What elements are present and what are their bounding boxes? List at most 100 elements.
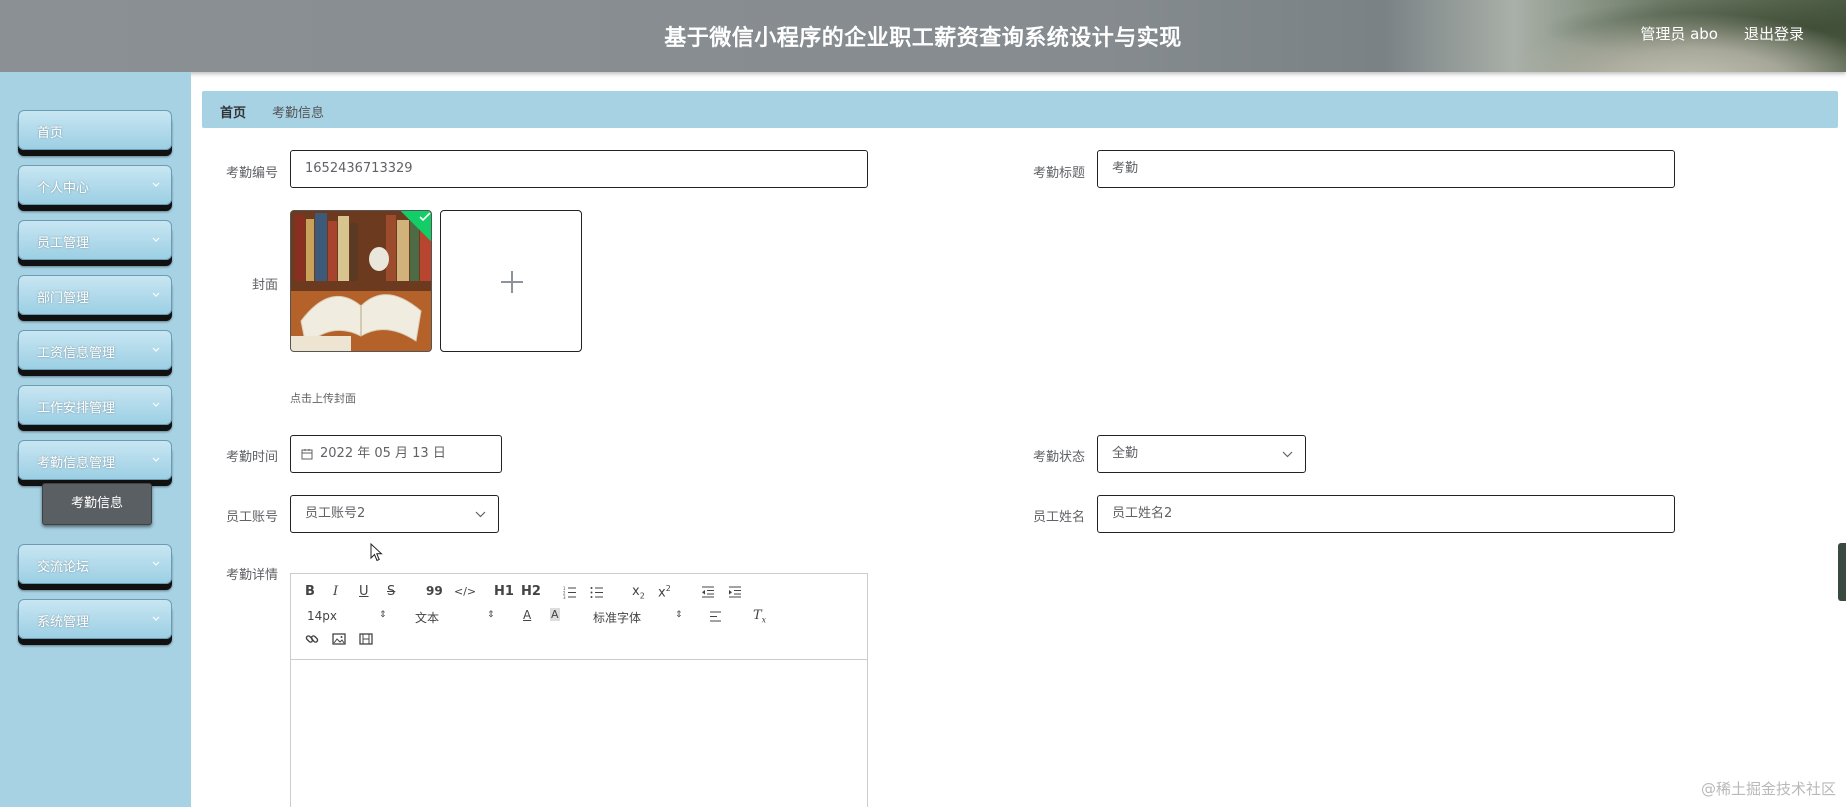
attendance-status-label: 考勤状态 <box>1032 450 1085 465</box>
current-user: 管理员 abo <box>1640 25 1718 43</box>
font-size-value: 14px <box>307 609 337 623</box>
sidebar-item-label: 首页 <box>37 126 64 141</box>
superscript-digit: 2 <box>665 584 671 593</box>
sidebar-item-department-management[interactable]: 部门管理 <box>18 275 172 315</box>
strike-button[interactable]: S <box>387 584 395 599</box>
chevron-down-icon <box>152 561 160 566</box>
editor-toolbar: B I U S 99 </> H1 H2 1 2 3 x2 x2 14px ⇕ <box>291 574 867 660</box>
attendance-id-label: 考勤编号 <box>225 166 278 181</box>
sidebar-item-salary-management[interactable]: 工资信息管理 <box>18 330 172 370</box>
font-color-icon[interactable]: A <box>523 608 531 622</box>
chevron-down-icon <box>152 347 160 352</box>
attendance-id-input[interactable]: 1652436713329 <box>290 150 868 188</box>
bullet-list-icon[interactable] <box>590 586 604 599</box>
upload-add-button[interactable] <box>440 210 582 352</box>
chevron-down-icon <box>152 457 160 462</box>
attendance-title-input[interactable]: 考勤 <box>1097 150 1675 188</box>
sidebar-item-label: 员工管理 <box>37 236 90 251</box>
sidebar-item-label: 个人中心 <box>37 181 90 196</box>
cover-image-thumbnail[interactable] <box>290 210 432 352</box>
attendance-status-select[interactable]: 全勤 <box>1097 435 1306 473</box>
cover-label: 封面 <box>251 278 278 293</box>
background-color-icon[interactable]: A <box>550 608 560 621</box>
employee-name-value: 员工姓名2 <box>1112 506 1173 521</box>
sidebar-item-label: 考勤信息管理 <box>37 456 116 471</box>
sidebar-item-employee-management[interactable]: 员工管理 <box>18 220 172 260</box>
breadcrumb-current: 考勤信息 <box>272 106 325 121</box>
outdent-icon[interactable] <box>701 586 715 598</box>
chevron-down-icon <box>1282 451 1293 458</box>
updown-icon: ⇕ <box>675 610 683 620</box>
employee-account-label: 员工账号 <box>225 510 278 525</box>
sidebar-item-work-schedule-management[interactable]: 工作安排管理 <box>18 385 172 425</box>
chevron-down-icon <box>152 182 160 187</box>
code-button[interactable]: </> <box>454 585 476 598</box>
upload-hint-text: 点击上传封面 <box>290 392 356 405</box>
chevron-down-icon <box>152 402 160 407</box>
mouse-cursor-icon <box>370 543 383 562</box>
block-format-select[interactable]: 文本 ⇕ <box>415 609 495 625</box>
app-title: 基于微信小程序的企业职工薪资查询系统设计与实现 <box>664 26 1182 51</box>
attendance-date-picker[interactable]: 2022 年 05 月 13 日 <box>290 435 502 473</box>
sidebar-subitem-attendance-info[interactable]: 考勤信息 <box>42 483 152 525</box>
chevron-down-icon <box>152 292 160 297</box>
updown-icon: ⇕ <box>487 610 495 620</box>
sidebar-item-label: 系统管理 <box>37 615 90 630</box>
image-icon[interactable] <box>332 633 346 645</box>
font-family-value: 标准字体 <box>593 611 642 625</box>
blockquote-button[interactable]: 99 <box>426 584 443 598</box>
chevron-down-icon <box>475 511 486 518</box>
h2-button[interactable]: H2 <box>521 584 541 599</box>
sidebar-item-label: 交流论坛 <box>37 560 90 575</box>
link-icon[interactable] <box>305 632 319 646</box>
attendance-date-value: 2022 年 05 月 13 日 <box>320 446 446 461</box>
svg-text:3: 3 <box>563 595 566 599</box>
h1-button[interactable]: H1 <box>494 584 514 599</box>
subscript-digit: 2 <box>639 591 645 601</box>
sidebar-item-label: 工作安排管理 <box>37 401 116 416</box>
sidebar-item-label: 工资信息管理 <box>37 346 116 361</box>
superscript-button[interactable]: x2 <box>658 584 671 600</box>
logout-link[interactable]: 退出登录 <box>1744 23 1804 44</box>
plus-icon-stroke <box>511 271 513 293</box>
books-image <box>291 211 431 351</box>
calendar-icon <box>301 449 313 460</box>
employee-account-select[interactable]: 员工账号2 <box>290 495 499 533</box>
rich-text-editor: B I U S 99 </> H1 H2 1 2 3 x2 x2 14px ⇕ <box>290 573 868 807</box>
editor-content-area[interactable] <box>291 660 867 807</box>
clear-format-icon[interactable]: Tx <box>753 608 766 625</box>
side-floating-tab[interactable] <box>1838 543 1846 601</box>
attendance-id-value: 1652436713329 <box>305 161 413 176</box>
employee-account-value: 员工账号2 <box>305 506 366 521</box>
sidebar-item-home[interactable]: 首页 <box>18 110 172 150</box>
employee-name-label: 员工姓名 <box>1032 510 1085 525</box>
updown-icon: ⇕ <box>379 610 387 620</box>
attendance-details-label: 考勤详情 <box>225 568 278 583</box>
video-icon[interactable] <box>359 633 373 645</box>
sidebar: 首页 个人中心 员工管理 部门管理 工资信息管理 工作安排管理 考勤信息管理 考… <box>0 72 191 807</box>
clear-format-sub: x <box>761 615 767 625</box>
top-header: 基于微信小程序的企业职工薪资查询系统设计与实现 管理员 abo 退出登录 <box>0 0 1846 72</box>
attendance-status-value: 全勤 <box>1112 446 1139 461</box>
ordered-list-icon[interactable]: 1 2 3 <box>563 586 577 599</box>
sidebar-item-system-management[interactable]: 系统管理 <box>18 599 172 639</box>
breadcrumb: 首页 考勤信息 <box>202 91 1838 128</box>
breadcrumb-home[interactable]: 首页 <box>220 102 246 121</box>
underline-button[interactable]: U <box>359 584 369 599</box>
sidebar-item-forum[interactable]: 交流论坛 <box>18 544 172 584</box>
subscript-button[interactable]: x2 <box>632 584 645 601</box>
block-format-value: 文本 <box>415 611 440 625</box>
bold-button[interactable]: B <box>305 584 315 599</box>
sidebar-item-personal-center[interactable]: 个人中心 <box>18 165 172 205</box>
align-icon[interactable] <box>709 611 722 622</box>
chevron-down-icon <box>152 616 160 621</box>
check-icon <box>419 212 431 222</box>
font-family-select[interactable]: 标准字体 ⇕ <box>593 609 683 625</box>
font-size-select[interactable]: 14px ⇕ <box>307 609 387 625</box>
italic-button[interactable]: I <box>333 584 338 599</box>
sidebar-item-attendance-management[interactable]: 考勤信息管理 <box>18 440 172 480</box>
sidebar-item-label: 部门管理 <box>37 291 90 306</box>
employee-name-input[interactable]: 员工姓名2 <box>1097 495 1675 533</box>
attendance-title-value: 考勤 <box>1112 161 1139 176</box>
indent-icon[interactable] <box>728 586 742 598</box>
